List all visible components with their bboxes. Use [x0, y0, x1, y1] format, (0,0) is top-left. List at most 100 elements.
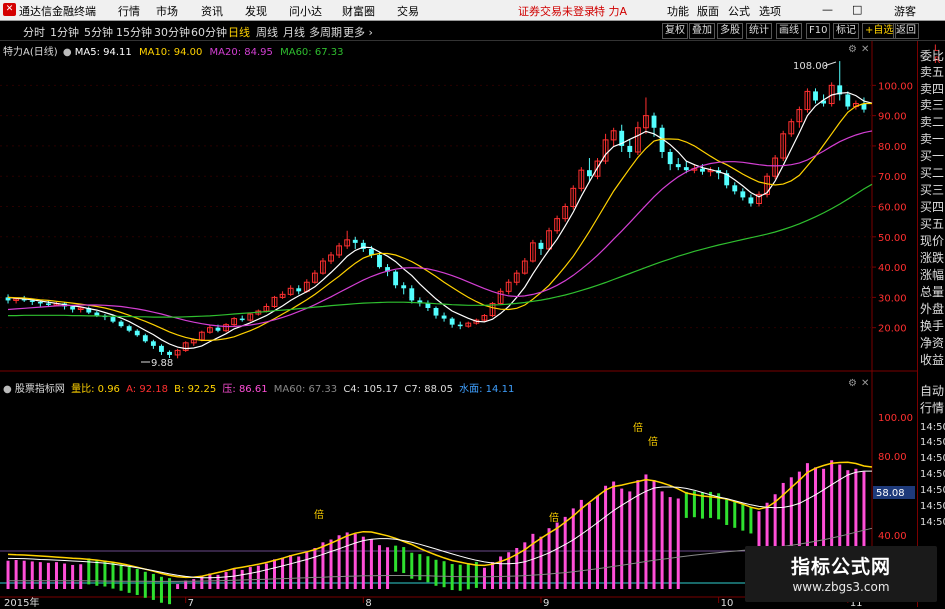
button-overlay[interactable]: 叠加 — [689, 23, 715, 39]
quote-side-panel: L R 委比 卖五 卖四 卖三 卖二 卖一 买一 买二 买三 买四 买五 现价 涨跌 涨幅 总量 外盘 换手 净资 收益… — [917, 41, 945, 607]
quote-panel-item[interactable]: 行情 — [920, 402, 945, 415]
settings-icon[interactable]: ⚙ — [848, 44, 857, 55]
indicator-title: 股票指标网 — [14, 384, 65, 395]
indicator-bar — [402, 547, 406, 574]
menu-item-guest[interactable]: 游客 — [894, 3, 916, 19]
period-more[interactable]: 更多 › — [343, 24, 373, 40]
maximize-icon[interactable]: □ — [852, 3, 862, 16]
indicator-bar — [305, 552, 309, 589]
candle-body — [538, 242, 544, 249]
candle-body — [239, 318, 245, 321]
quote-panel-item: 14:50 — [920, 485, 945, 496]
period-multi[interactable]: 多周期 — [309, 24, 342, 40]
price-tick-label: 100.00 — [878, 81, 913, 92]
menu-item-layout[interactable]: 版面 — [697, 3, 719, 19]
indicator-bar — [458, 564, 462, 591]
quote-panel-item[interactable]: 自动 — [920, 385, 945, 398]
price-tick-label: 80.00 — [878, 142, 907, 153]
period-tick[interactable]: 分时 — [23, 24, 45, 40]
legend-a: A: 92.18 — [126, 384, 168, 395]
indicator-bar — [579, 499, 583, 589]
date-tick-label: 10 — [721, 598, 734, 607]
menu-item-quotes[interactable]: 行情 — [118, 3, 140, 19]
bei-marker: 倍 — [314, 508, 324, 521]
period-monthly[interactable]: 月线 — [283, 24, 305, 40]
menu-item-options[interactable]: 选项 — [759, 3, 781, 19]
legend-shuimian: 水面: 14.11 — [459, 384, 515, 395]
minimize-icon[interactable]: — — [822, 3, 833, 16]
menu-item-wealth[interactable]: 财富圈 — [342, 3, 375, 19]
indicator-bar — [79, 564, 83, 589]
candle-body — [433, 307, 439, 316]
indicator-bar — [587, 502, 591, 589]
price-tick-label: 20.00 — [878, 324, 907, 335]
button-f10[interactable]: F10 — [806, 23, 831, 39]
candle-body — [118, 321, 124, 327]
quote-panel-item: 14:50 — [920, 453, 945, 464]
candle-body — [683, 167, 689, 171]
menu-item-market[interactable]: 市场 — [156, 3, 178, 19]
legend-b: B: 92.25 — [174, 384, 217, 395]
low-price-label: 9.88 — [151, 358, 173, 369]
button-back[interactable]: 返回 — [893, 23, 919, 39]
candle-body — [449, 318, 455, 325]
candle-body — [409, 288, 415, 301]
candle-body — [167, 351, 172, 355]
menu-item-discover[interactable]: 发现 — [245, 3, 267, 19]
indicator-bar — [612, 481, 616, 589]
candle-body — [651, 115, 657, 128]
quote-panel-item: 换手 — [920, 319, 945, 333]
close-icon[interactable]: ✕ — [861, 44, 869, 55]
bei-marker: 倍 — [648, 435, 658, 448]
indicator-bar — [571, 508, 575, 589]
candle-body — [70, 306, 76, 310]
indicator-bar — [418, 554, 422, 581]
menu-item-function[interactable]: 功能 — [667, 3, 689, 19]
menu-item-trade[interactable]: 交易 — [397, 3, 419, 19]
menu-item-ask[interactable]: 问小达 — [289, 3, 322, 19]
indicator-bar — [14, 560, 18, 589]
button-draw[interactable]: 画线 — [776, 23, 802, 39]
menu-item-formula[interactable]: 公式 — [728, 3, 750, 19]
close-icon[interactable]: ✕ — [861, 378, 869, 389]
login-notice[interactable]: 证券交易未登录 — [518, 3, 595, 19]
watermark-title: 指标公式网 — [790, 556, 891, 578]
indicator-bar — [71, 564, 75, 589]
kline-chart[interactable]: 100.00 90.00 80.00 70.00 60.00 50.00 40.00 30.0… — [0, 41, 917, 607]
watermark-url: www.zbgs3.com — [792, 580, 890, 594]
period-1min[interactable]: 1分钟 — [50, 24, 79, 40]
indicator-legend: ● 股票指标网 量比: 0.96 A: 92.18 B: 92.25 压: 86… — [3, 380, 514, 395]
button-adjust[interactable]: 复权 — [662, 23, 688, 39]
button-multi-stock[interactable]: 多股 — [717, 23, 743, 39]
period-5min[interactable]: 5分钟 — [84, 24, 113, 40]
bei-marker: 倍 — [633, 421, 643, 434]
indicator-bar — [434, 559, 438, 586]
indicator-bar — [668, 497, 672, 589]
period-weekly[interactable]: 周线 — [256, 24, 278, 40]
period-daily[interactable]: 日线 — [228, 24, 250, 40]
indicator-bar — [256, 565, 260, 589]
indicator-bar — [264, 563, 268, 589]
menu-item-news[interactable]: 资讯 — [201, 3, 223, 19]
settings-icon[interactable]: ⚙ — [848, 378, 857, 389]
quote-panel-item: 涨跌 — [920, 251, 945, 265]
app-title: 通达信金融终端 — [19, 5, 96, 18]
candle-body — [352, 239, 358, 243]
candle-body — [813, 91, 818, 101]
quote-panel-item: 14:50 — [920, 469, 945, 480]
period-30min[interactable]: 30分钟 — [154, 24, 190, 40]
app-logo-icon: ✕ — [3, 3, 16, 16]
period-15min[interactable]: 15分钟 — [116, 24, 152, 40]
candle-body — [126, 326, 132, 331]
indicator-bar — [6, 560, 10, 589]
high-price-label: 108.00 — [793, 61, 828, 72]
button-mark[interactable]: 标记 — [833, 23, 859, 39]
indicator-bar — [345, 532, 349, 589]
button-statistics[interactable]: 统计 — [746, 23, 772, 39]
stock-name: 特 力A — [594, 5, 628, 18]
period-60min[interactable]: 60分钟 — [191, 24, 227, 40]
indicator-bar — [353, 533, 357, 589]
quote-panel-item: 买三 — [920, 183, 945, 197]
button-add-favorite[interactable]: +自选 — [862, 23, 897, 39]
indicator-bar — [410, 552, 414, 579]
